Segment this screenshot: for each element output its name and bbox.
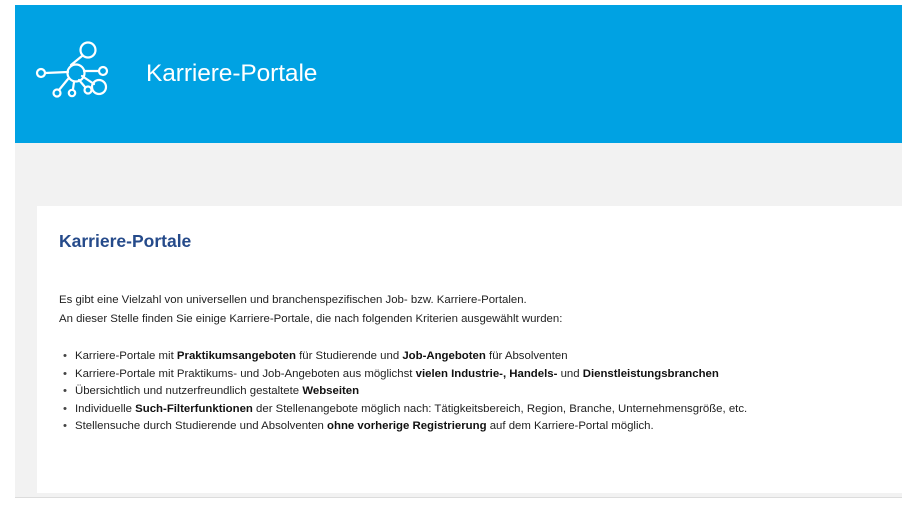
criteria-text: der Stellenangebote möglich nach: Tätigk… (252, 402, 748, 415)
criteria-item: • Übersichtlich und nutzerfreundlich gest… (63, 383, 747, 401)
criteria-item: • Stellensuche durch Studierende und Abso… (63, 418, 747, 436)
criteria-text: und (557, 367, 583, 380)
network-nodes-icon (35, 41, 109, 98)
banner-title: Karriere-Portale (146, 60, 318, 87)
intro-line: An dieser Stelle finden Sie einige Karri… (59, 312, 563, 325)
criteria-text: Karriere-Portale mit (75, 350, 177, 362)
content-card: Karriere-Portale Es gibt eine Vielzahl v… (37, 206, 902, 493)
criteria-item: • Karriere-Portale mit Praktikums- und Jo… (63, 366, 747, 384)
intro-line: Es gibt eine Vielzahl von universellen u… (59, 294, 527, 306)
criteria-text: Übersichtlich und nutzerfreundlich gesta… (75, 385, 303, 397)
criteria-emphasis: Dienstleistungsbranchen (582, 367, 719, 380)
bullet-icon: • (63, 367, 67, 380)
bullet-icon: • (63, 420, 67, 432)
criteria-item: • Individuelle Such-Filterfunktionen der … (63, 401, 747, 419)
criteria-list: • Karriere-Portale mit Praktikumsangebote… (63, 348, 747, 436)
bullet-icon: • (63, 350, 67, 362)
criteria-emphasis: ohne vorherige Registrierung (327, 420, 487, 432)
bullet-icon: • (63, 385, 67, 397)
criteria-text: auf dem Karriere-Portal möglich. (486, 420, 654, 432)
bullet-icon: • (63, 402, 67, 415)
criteria-emphasis: Such-Filterfunktionen (135, 402, 253, 415)
bottom-divider (15, 497, 902, 498)
criteria-text: Stellensuche durch Studierende und Absol… (75, 420, 328, 432)
criteria-emphasis: vielen Industrie-, Handels- (415, 367, 558, 380)
criteria-text: Individuelle (75, 402, 136, 415)
intro-text: Es gibt eine Vielzahl von universellen u… (59, 291, 562, 328)
criteria-text: für Studierende und (295, 350, 403, 362)
criteria-text: Karriere-Portale mit Praktikums- und Job… (75, 367, 416, 380)
card-heading: Karriere-Portale (59, 231, 192, 251)
criteria-emphasis: Praktikumsangeboten (176, 350, 296, 362)
criteria-emphasis: Job-Angeboten (402, 350, 486, 362)
criteria-emphasis: Webseiten (302, 385, 360, 397)
criteria-text: für Absolventen (485, 350, 568, 362)
criteria-item: • Karriere-Portale mit Praktikumsangebote… (63, 348, 747, 366)
header-banner: Karriere-Portale (15, 5, 902, 143)
